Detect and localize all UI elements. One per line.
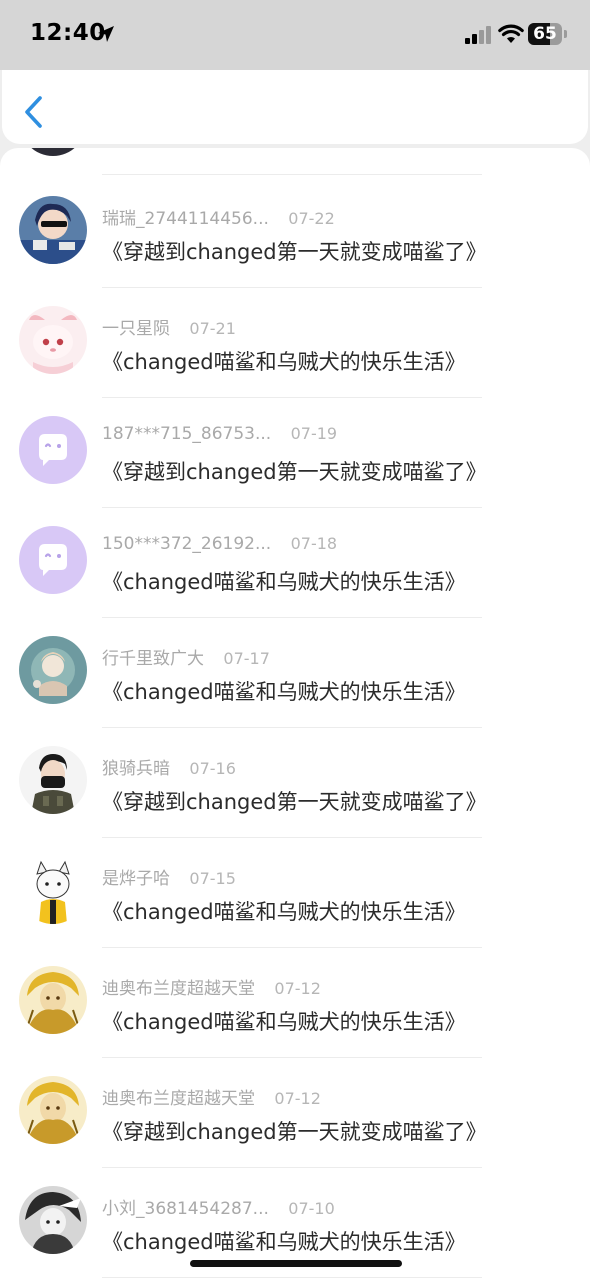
list-item[interactable]: 行千里致广大 07-17 《changed喵鲨和乌贼犬的快乐生活》 [0, 618, 590, 728]
avatar[interactable] [19, 1076, 87, 1144]
avatar[interactable] [19, 746, 87, 814]
username[interactable]: 一只星陨 [102, 314, 170, 339]
work-title[interactable]: 《changed喵鲨和乌贼犬的快乐生活》 [102, 1006, 466, 1036]
username[interactable]: 187***715_86753... [102, 424, 271, 444]
battery-tip [564, 30, 567, 38]
item-meta: 行千里致广大 07-17 [102, 644, 270, 669]
work-title[interactable]: 《穿越到changed第一天就变成喵鲨了》 [102, 786, 487, 816]
username[interactable]: 行千里致广大 [102, 644, 204, 669]
username[interactable]: 是烨子哈 [102, 864, 170, 889]
date: 07-15 [189, 869, 236, 888]
username[interactable]: 瑞瑞_2744114456... [102, 204, 269, 229]
item-meta: 187***715_86753... 07-19 [102, 424, 337, 444]
divider [102, 1277, 482, 1278]
username[interactable]: 迪奥布兰度超越天堂 [102, 974, 255, 999]
date: 07-18 [290, 534, 338, 553]
list-item[interactable]: 瑞瑞_2744114456... 07-22 《穿越到changed第一天就变成… [0, 178, 590, 288]
username[interactable]: 迪奥布兰度超越天堂 [102, 1084, 255, 1109]
avatar[interactable] [19, 856, 87, 924]
username[interactable]: 小刘_3681454287... [102, 1194, 269, 1219]
battery-body: 65 [528, 23, 562, 45]
list-item[interactable]: 150***372_26192... 07-18 《changed喵鲨和乌贼犬的… [0, 508, 590, 618]
date: 07-10 [288, 1199, 335, 1218]
list-item[interactable]: 迪奥布兰度超越天堂 07-12 《changed喵鲨和乌贼犬的快乐生活》 [0, 948, 590, 1058]
username[interactable]: 150***372_26192... [102, 534, 271, 554]
item-meta: 迪奥布兰度超越天堂 07-12 [102, 1084, 321, 1109]
work-title[interactable]: 《穿越到changed第一天就变成喵鲨了》 [102, 236, 487, 266]
reader-list: 瑞瑞_2744114456... 07-22 《穿越到changed第一天就变成… [0, 178, 590, 1278]
content-list: 瑞瑞_2744114456... 07-22 《穿越到changed第一天就变成… [0, 148, 590, 1280]
list-item[interactable]: 一只星陨 07-21 《changed喵鲨和乌贼犬的快乐生活》 [0, 288, 590, 398]
avatar[interactable] [19, 966, 87, 1034]
avatar[interactable] [19, 526, 87, 594]
work-title[interactable]: 《穿越到changed第一天就变成喵鲨了》 [102, 1116, 487, 1146]
work-title[interactable]: 《changed喵鲨和乌贼犬的快乐生活》 [102, 896, 466, 926]
back-chevron-icon[interactable] [20, 94, 48, 130]
item-meta: 一只星陨 07-21 [102, 314, 236, 339]
item-meta: 是烨子哈 07-15 [102, 864, 236, 889]
date: 07-21 [189, 319, 236, 338]
list-item[interactable]: 187***715_86753... 07-19 《穿越到changed第一天就… [0, 398, 590, 508]
battery-percent: 65 [533, 24, 557, 44]
avatar[interactable] [19, 196, 87, 264]
home-indicator[interactable] [190, 1260, 402, 1267]
divider [102, 174, 482, 175]
item-meta: 迪奥布兰度超越天堂 07-12 [102, 974, 321, 999]
battery-indicator: 65 [528, 23, 568, 45]
list-item[interactable]: 是烨子哈 07-15 《changed喵鲨和乌贼犬的快乐生活》 [0, 838, 590, 948]
date: 07-16 [189, 759, 236, 778]
list-item[interactable]: 迪奥布兰度超越天堂 07-12 《穿越到changed第一天就变成喵鲨了》 [0, 1058, 590, 1168]
date: 07-12 [274, 1089, 321, 1108]
date: 07-17 [223, 649, 270, 668]
avatar[interactable] [19, 416, 87, 484]
username[interactable]: 狼骑兵暗 [102, 754, 170, 779]
date: 07-19 [290, 424, 338, 443]
work-title[interactable]: 《changed喵鲨和乌贼犬的快乐生活》 [102, 1226, 466, 1256]
avatar[interactable] [19, 306, 87, 374]
list-item[interactable]: 狼骑兵暗 07-16 《穿越到changed第一天就变成喵鲨了》 [0, 728, 590, 838]
item-meta: 狼骑兵暗 07-16 [102, 754, 236, 779]
work-title[interactable]: 《changed喵鲨和乌贼犬的快乐生活》 [102, 346, 466, 376]
work-title[interactable]: 《穿越到changed第一天就变成喵鲨了》 [102, 456, 487, 486]
work-title[interactable]: 《changed喵鲨和乌贼犬的快乐生活》 [102, 566, 466, 596]
date: 07-12 [274, 979, 321, 998]
avatar[interactable] [20, 148, 86, 156]
item-meta: 瑞瑞_2744114456... 07-22 [102, 204, 335, 229]
location-arrow-icon [98, 26, 114, 42]
status-time: 12:40 [30, 20, 106, 46]
status-bar: 12:40 65 [0, 0, 590, 70]
nav-header [2, 70, 588, 144]
avatar[interactable] [19, 1186, 87, 1254]
work-title[interactable]: 《changed喵鲨和乌贼犬的快乐生活》 [102, 676, 466, 706]
avatar[interactable] [19, 636, 87, 704]
wifi-icon [498, 24, 524, 43]
item-meta: 小刘_3681454287... 07-10 [102, 1194, 335, 1219]
item-meta: 150***372_26192... 07-18 [102, 534, 337, 554]
cellular-signal-icon [465, 26, 491, 44]
date: 07-22 [288, 209, 335, 228]
